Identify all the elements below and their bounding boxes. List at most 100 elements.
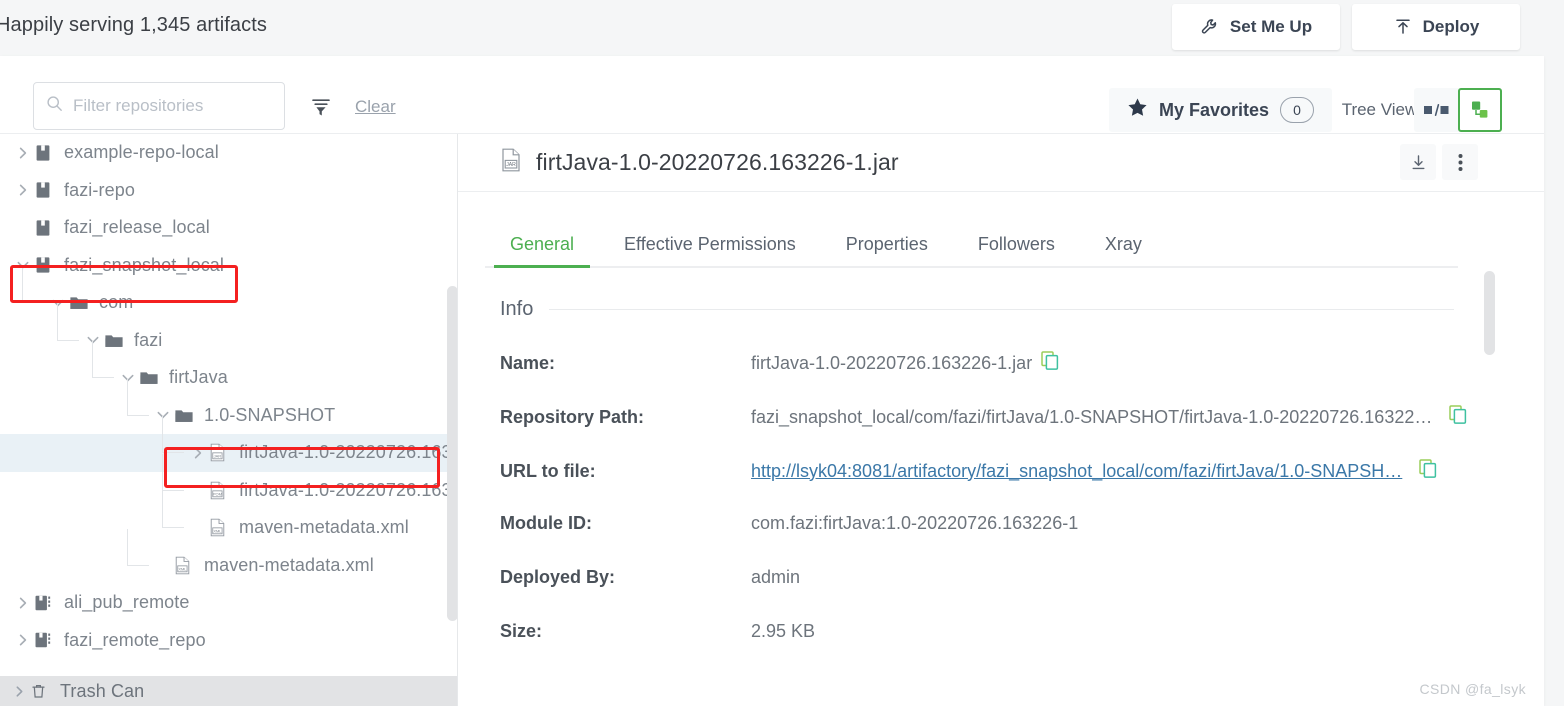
trash-can-row[interactable]: Trash Can [0, 676, 457, 706]
search-icon [46, 95, 71, 117]
tree-item-firtjava-1-0-20220726-163226-1-pom[interactable]: POM firtJava-1.0-20220726.163226-1.pom [0, 472, 457, 510]
chevron-right-icon [8, 685, 30, 698]
wrench-icon [1200, 17, 1220, 37]
info-section: Info Name: firtJava-1.0-20220726.163226-1… [458, 298, 1544, 675]
serving-artifacts-text: Happily serving 1,345 artifacts [0, 14, 268, 36]
tree-item-fazi-release-local[interactable]: fazi_release_local [0, 209, 457, 247]
filter-repositories-field[interactable] [33, 82, 285, 130]
chevron-right-icon[interactable] [12, 146, 34, 160]
filter-funnel-icon[interactable] [310, 96, 332, 123]
jar-file-icon: JAR [500, 148, 522, 177]
tree-view-button[interactable] [1458, 88, 1502, 132]
search-input[interactable] [71, 95, 272, 117]
tree-item-example-repo-local[interactable]: example-repo-local [0, 134, 457, 172]
tab-label: Effective Permissions [624, 234, 796, 254]
tree-item-label: firtJava-1.0-20220726.163226-1.jar [239, 442, 457, 463]
svg-text:POM: POM [213, 491, 222, 496]
deploy-label: Deploy [1422, 17, 1480, 36]
chevron-down-icon[interactable] [47, 296, 69, 310]
trash-icon [30, 683, 56, 700]
artifactory-app: Happily serving 1,345 artifacts Set Me U… [0, 0, 1564, 706]
copy-icon[interactable] [1041, 351, 1059, 375]
more-options-button[interactable] [1442, 144, 1478, 180]
info-value: com.fazi:firtJava:1.0-20220726.163226-1 [751, 513, 1078, 534]
tree-item-label: example-repo-local [64, 142, 219, 163]
chevron-right-icon[interactable] [12, 596, 34, 610]
tree-item-ali-pub-remote[interactable]: ali_pub_remote [0, 584, 457, 622]
clear-filter-link[interactable]: Clear [355, 97, 396, 117]
chevron-right-icon[interactable] [187, 446, 209, 460]
set-me-up-button[interactable]: Set Me Up [1172, 4, 1340, 50]
tree-item-label: com [99, 292, 134, 313]
folder-icon [104, 332, 130, 349]
tree-item-label: firtJava [169, 367, 228, 388]
repository-tree-list: example-repo-local fazi-repo fazi_release_… [0, 134, 457, 660]
tree-item-label: fazi-repo [64, 179, 135, 200]
xml-file-icon: XML [174, 556, 200, 575]
deploy-button[interactable]: Deploy [1352, 4, 1520, 50]
tab-xray[interactable]: Xray [1080, 234, 1167, 268]
content-card: Clear My Favorites 0 Tree View: [0, 56, 1544, 706]
tree-item-fazi-snapshot-local[interactable]: fazi_snapshot_local [0, 247, 457, 285]
star-icon [1127, 97, 1148, 123]
view-mode-toggle-group [1414, 88, 1502, 132]
local-repo-icon [34, 256, 60, 274]
tree-item-label: fazi_remote_repo [64, 629, 206, 650]
watermark-text: CSDN @fa_lsyk [1419, 681, 1526, 697]
local-repo-icon [34, 144, 60, 162]
tab-effective-permissions[interactable]: Effective Permissions [599, 234, 821, 268]
info-value[interactable]: http://lsyk04:8081/artifactory/fazi_snap… [751, 459, 1437, 483]
tab-properties[interactable]: Properties [821, 234, 953, 268]
info-field-list: Name: firtJava-1.0-20220726.163226-1.jar R… [500, 351, 1544, 675]
download-button[interactable] [1400, 144, 1436, 180]
tab-general[interactable]: General [485, 234, 599, 268]
tree-item-1-0-snapshot[interactable]: 1.0-SNAPSHOT [0, 397, 457, 435]
tree-item-com[interactable]: com [0, 284, 457, 322]
tab-label: Xray [1104, 234, 1142, 254]
tree-item-label: firtJava-1.0-20220726.163226-1.pom [239, 479, 457, 500]
svg-text:JAR: JAR [506, 162, 516, 168]
chevron-down-icon[interactable] [82, 333, 104, 347]
detail-vertical-scrollbar[interactable] [1484, 271, 1495, 355]
tree-item-maven-metadata-xml[interactable]: XML maven-metadata.xml [0, 509, 457, 547]
tree-item-maven-metadata-xml[interactable]: XML maven-metadata.xml [0, 547, 457, 585]
tree-item-label: maven-metadata.xml [204, 554, 374, 575]
tree-item-fazi[interactable]: fazi [0, 322, 457, 360]
tree-item-fazi-repo[interactable]: fazi-repo [0, 172, 457, 210]
tree-item-firtjava[interactable]: firtJava [0, 359, 457, 397]
info-key: Repository Path: [500, 406, 645, 427]
info-key: URL to file: [500, 460, 596, 481]
chevron-right-icon[interactable] [12, 183, 34, 197]
tree-item-label: fazi_snapshot_local [64, 254, 225, 275]
tree-item-firtjava-1-0-20220726-163226-1-jar[interactable]: JAR firtJava-1.0-20220726.163226-1.jar [0, 434, 457, 472]
info-value-text: firtJava-1.0-20220726.163226-1.jar [751, 352, 1033, 373]
repository-tree-panel[interactable]: example-repo-local fazi-repo fazi_release_… [0, 134, 458, 706]
chevron-down-icon[interactable] [152, 408, 174, 422]
simple-view-button[interactable] [1414, 88, 1458, 132]
info-row: Deployed By: admin [500, 567, 1544, 621]
chevron-right-icon[interactable] [12, 633, 34, 647]
info-key: Module ID: [500, 513, 592, 533]
copy-icon[interactable] [1449, 405, 1467, 429]
info-row: URL to file: http://lsyk04:8081/artifacto… [500, 459, 1544, 513]
trash-can-label: Trash Can [60, 680, 145, 701]
info-value-text[interactable]: http://lsyk04:8081/artifactory/fazi_snap… [751, 461, 1402, 482]
tree-item-label: ali_pub_remote [64, 592, 190, 613]
info-key: Deployed By: [500, 567, 616, 587]
my-favorites-label: My Favorites [1158, 99, 1269, 120]
info-value-text: admin [751, 567, 801, 587]
favorites-count-badge: 0 [1280, 97, 1314, 123]
upload-arrow-icon [1393, 17, 1413, 37]
tree-vertical-scrollbar[interactable] [447, 286, 457, 621]
chevron-down-icon[interactable] [12, 258, 34, 272]
tab-followers[interactable]: Followers [953, 234, 1080, 268]
folder-icon [174, 407, 200, 424]
local-repo-icon [34, 219, 60, 237]
info-section-title: Info [500, 298, 534, 320]
tree-item-label: fazi [134, 329, 163, 350]
tree-item-fazi-remote-repo[interactable]: fazi_remote_repo [0, 622, 457, 660]
info-key: Name: [500, 352, 556, 373]
chevron-down-icon[interactable] [117, 371, 139, 385]
my-favorites-button[interactable]: My Favorites 0 [1108, 88, 1332, 132]
copy-icon[interactable] [1419, 459, 1437, 483]
